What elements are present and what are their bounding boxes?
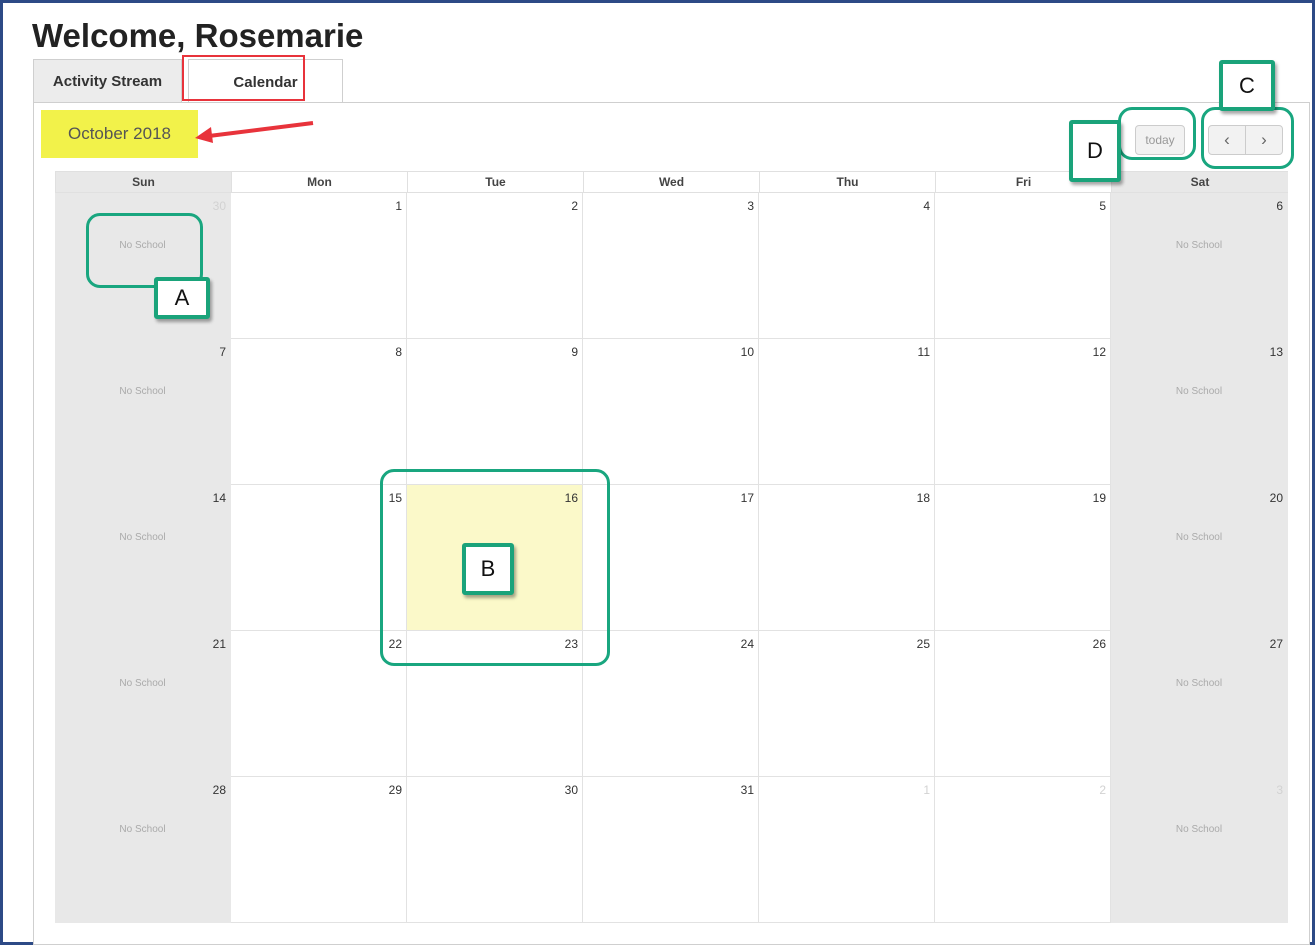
day-cell[interactable]: 2 [407, 193, 583, 339]
day-cell[interactable]: 2 [935, 777, 1111, 923]
day-number: 29 [388, 783, 402, 797]
calendar-tab-highlight-box [182, 55, 305, 101]
month-title: October 2018 [41, 110, 198, 158]
annotation-d: D [1069, 120, 1121, 182]
day-header-tue: Tue [407, 171, 583, 193]
day-number: 17 [740, 491, 754, 505]
day-number: 4 [923, 199, 930, 213]
day-number: 14 [212, 491, 226, 505]
callout-d-outline [1118, 107, 1196, 160]
day-cell[interactable]: 7 No School [55, 339, 231, 485]
day-header-wed: Wed [583, 171, 759, 193]
callout-c-outline [1201, 107, 1294, 169]
day-cell[interactable]: 3 [583, 193, 759, 339]
day-number: 11 [917, 345, 930, 359]
day-cell[interactable]: 1 [759, 777, 935, 923]
no-school-event[interactable]: No School [1111, 532, 1287, 543]
day-cell[interactable]: 3 No School [1111, 777, 1288, 923]
day-cell[interactable]: 26 [935, 631, 1111, 777]
day-number: 3 [747, 199, 754, 213]
day-cell[interactable]: 18 [759, 485, 935, 631]
day-number: 24 [740, 637, 754, 651]
day-cell[interactable]: 29 [231, 777, 407, 923]
day-number: 2 [571, 199, 578, 213]
day-cell[interactable]: 5 [935, 193, 1111, 339]
day-number: 6 [1276, 199, 1283, 213]
day-cell[interactable]: 8 [231, 339, 407, 485]
day-cell[interactable]: 31 [583, 777, 759, 923]
week-row: 21 No School 22 23 24 25 26 27 No School [55, 631, 1288, 777]
day-cell[interactable]: 6 No School [1111, 193, 1288, 339]
day-number: 5 [1099, 199, 1106, 213]
no-school-event[interactable]: No School [1111, 824, 1287, 835]
day-number: 7 [219, 345, 226, 359]
day-number: 31 [740, 783, 754, 797]
no-school-event[interactable]: No School [1111, 678, 1287, 689]
day-number: 30 [212, 199, 226, 213]
no-school-event[interactable]: No School [1111, 386, 1287, 397]
day-number: 27 [1269, 637, 1283, 651]
day-cell[interactable]: 9 [407, 339, 583, 485]
annotation-c: C [1219, 60, 1275, 111]
day-cell[interactable]: 25 [759, 631, 935, 777]
no-school-event[interactable]: No School [55, 678, 230, 689]
annotation-b: B [462, 543, 514, 595]
day-cell[interactable]: 10 [583, 339, 759, 485]
tab-activity-stream[interactable]: Activity Stream [33, 59, 182, 102]
day-number: 12 [1092, 345, 1106, 359]
day-number: 2 [1099, 783, 1106, 797]
week-row: 28 No School 29 30 31 1 2 3 No School [55, 777, 1288, 923]
week-rows: 30 No School 1 2 3 4 5 6 No School 7 No School 8 9 10… [55, 193, 1288, 923]
red-arrow-icon [195, 121, 314, 143]
day-number: 9 [571, 345, 578, 359]
day-cell[interactable]: 4 [759, 193, 935, 339]
day-cell[interactable]: 20 No School [1111, 485, 1288, 631]
day-number: 13 [1269, 345, 1283, 359]
no-school-event[interactable]: No School [55, 824, 230, 835]
day-number: 10 [740, 345, 754, 359]
day-cell[interactable]: 30 [407, 777, 583, 923]
week-row: 7 No School 8 9 10 11 12 13 No School [55, 339, 1288, 485]
day-number: 26 [1092, 637, 1106, 651]
day-header-thu: Thu [759, 171, 935, 193]
day-cell[interactable]: 11 [759, 339, 935, 485]
day-number: 28 [212, 783, 226, 797]
day-header-mon: Mon [231, 171, 407, 193]
day-number: 1 [395, 199, 402, 213]
no-school-event[interactable]: No School [1111, 240, 1287, 251]
day-number: 1 [923, 783, 930, 797]
month-grid: Sun Mon Tue Wed Thu Fri Sat 30 No School 1 2 3 4 5 6 N… [55, 171, 1288, 923]
day-cell[interactable]: 12 [935, 339, 1111, 485]
day-number: 18 [916, 491, 930, 505]
week-row: 14 No School 15 16 17 18 19 20 No School [55, 485, 1288, 631]
day-cell[interactable]: 27 No School [1111, 631, 1288, 777]
day-cell[interactable]: 14 No School [55, 485, 231, 631]
day-header-sun: Sun [55, 171, 231, 193]
page-title: Welcome, Rosemarie [32, 17, 364, 54]
day-number: 30 [564, 783, 578, 797]
annotation-a: A [154, 277, 210, 319]
day-cell[interactable]: 28 No School [55, 777, 231, 923]
day-number: 25 [916, 637, 930, 651]
week-row: 30 No School 1 2 3 4 5 6 No School [55, 193, 1288, 339]
no-school-event[interactable]: No School [55, 386, 230, 397]
no-school-event[interactable]: No School [55, 532, 230, 543]
day-cell[interactable]: 13 No School [1111, 339, 1288, 485]
day-cell[interactable]: 21 No School [55, 631, 231, 777]
day-number: 19 [1092, 491, 1106, 505]
day-cell[interactable]: 1 [231, 193, 407, 339]
day-number: 20 [1269, 491, 1283, 505]
day-header-sat: Sat [1111, 171, 1288, 193]
day-cell[interactable]: 19 [935, 485, 1111, 631]
day-number: 8 [395, 345, 402, 359]
day-number: 21 [212, 637, 226, 651]
day-number: 3 [1276, 783, 1283, 797]
